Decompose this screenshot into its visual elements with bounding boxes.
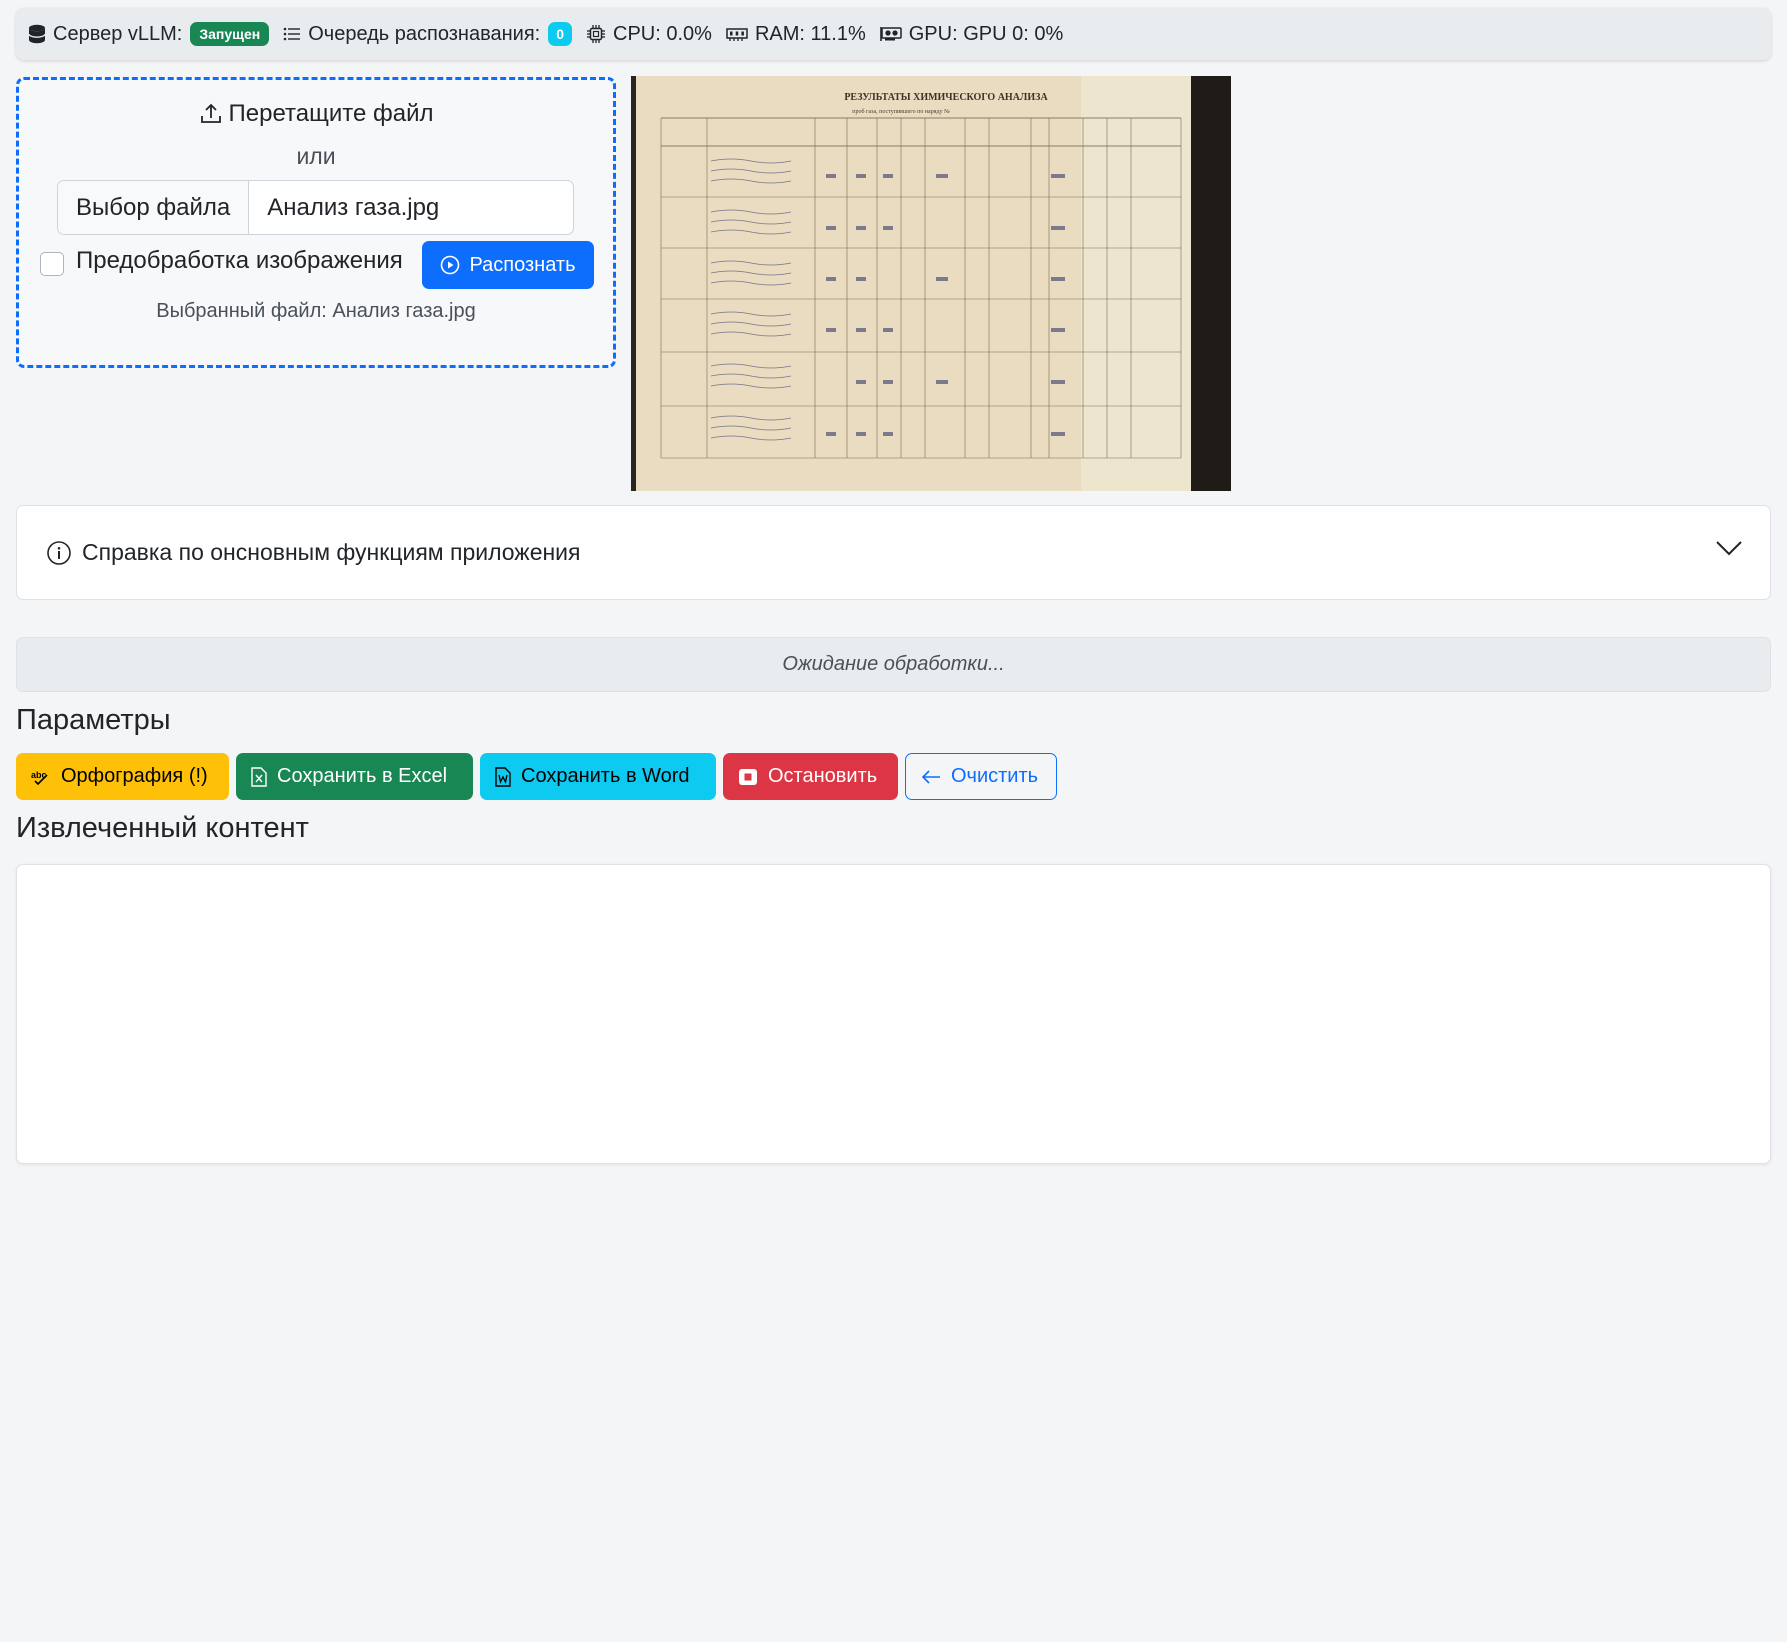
selected-file-text: Выбранный файл: Анализ газа.jpg — [156, 300, 476, 322]
drop-title-text: Перетащите файл — [228, 100, 434, 127]
gpu-card-icon — [879, 27, 902, 41]
status-bar: Сервер vLLM: Запущен Очередь распознаван… — [16, 8, 1771, 60]
info-icon — [47, 540, 71, 565]
clear-button[interactable]: Очистить — [905, 753, 1057, 800]
stop-button[interactable]: Остановить — [723, 753, 898, 800]
list-icon — [283, 27, 301, 41]
queue-label: Очередь распознавания: — [308, 22, 541, 45]
content-heading: Извлеченный контент — [16, 812, 309, 844]
memory-icon — [726, 28, 748, 41]
recognize-button-label: Распознать — [469, 253, 576, 276]
help-title: Справка по онсновным функциям приложения — [82, 539, 581, 565]
document-preview-image: РЕЗУЛЬТАТЫ ХИМИЧЕСКОГО АНАЛИЗА проб газа… — [631, 76, 1231, 491]
params-toolbar: abc Орфография (!) Сохранить в Excel Сох… — [16, 753, 1064, 800]
stop-icon — [739, 768, 757, 785]
choose-file-button[interactable]: Выбор файла — [58, 181, 250, 234]
or-text: или — [296, 143, 336, 169]
arrow-left-icon — [921, 769, 940, 784]
file-input[interactable]: Выбор файла Анализ газа.jpg — [57, 180, 574, 235]
selected-file-name: Анализ газа.jpg — [267, 193, 440, 221]
word-file-icon — [495, 766, 511, 787]
doc-subheading: проб газа, поступившего по наряду № — [852, 108, 950, 115]
doc-heading: РЕЗУЛЬТАТЫ ХИМИЧЕСКОГО АНАЛИЗА — [844, 92, 1048, 103]
drop-title: Перетащите файл — [19, 100, 613, 128]
save-excel-button-label: Сохранить в Excel — [277, 765, 448, 787]
cpu-status: CPU: 0.0% — [586, 23, 712, 46]
spellcheck-button-label: Орфография (!) — [61, 765, 208, 787]
ram-value: RAM: 11.1% — [754, 22, 866, 45]
gpu-status: GPU: GPU 0: 0% — [879, 22, 1064, 46]
ram-status: RAM: 11.1% — [726, 23, 866, 46]
extracted-content-area[interactable] — [16, 864, 1771, 1164]
processing-status: Ожидание обработки... — [16, 637, 1771, 692]
clear-button-label: Очистить — [951, 765, 1039, 787]
cpu-value: CPU: 0.0% — [613, 22, 712, 45]
recognize-button[interactable]: Распознать — [422, 241, 594, 289]
upload-icon — [200, 103, 221, 123]
queue-status: Очередь распознавания: 0 — [283, 22, 573, 46]
queue-count-badge: 0 — [548, 22, 573, 46]
file-drop-zone[interactable]: Перетащите файл или Выбор файла Анализ г… — [16, 77, 616, 368]
save-word-button[interactable]: Сохранить в Word — [480, 753, 716, 800]
save-excel-button[interactable]: Сохранить в Excel — [236, 753, 473, 800]
save-word-button-label: Сохранить в Word — [521, 765, 690, 787]
play-circle-icon — [441, 255, 460, 275]
preprocess-label[interactable]: Предобработка изображения — [76, 247, 403, 275]
database-icon — [28, 24, 46, 44]
server-label: Сервер vLLM: — [53, 22, 183, 45]
server-status-badge: Запущен — [190, 22, 270, 46]
spellcheck-button[interactable]: abc Орфография (!) — [16, 753, 229, 800]
excel-file-icon — [251, 766, 267, 787]
gpu-value: GPU: GPU 0: 0% — [908, 22, 1064, 45]
help-accordion-header[interactable]: Справка по онсновным функциям приложения — [16, 505, 1771, 600]
preprocess-checkbox[interactable] — [40, 252, 64, 276]
server-status: Сервер vLLM: Запущен — [28, 22, 270, 46]
cpu-icon — [587, 25, 606, 43]
stop-button-label: Остановить — [768, 765, 878, 787]
chevron-down-icon[interactable] — [1716, 540, 1742, 556]
spellcheck-icon: abc — [31, 770, 48, 785]
params-heading: Параметры — [16, 704, 171, 736]
